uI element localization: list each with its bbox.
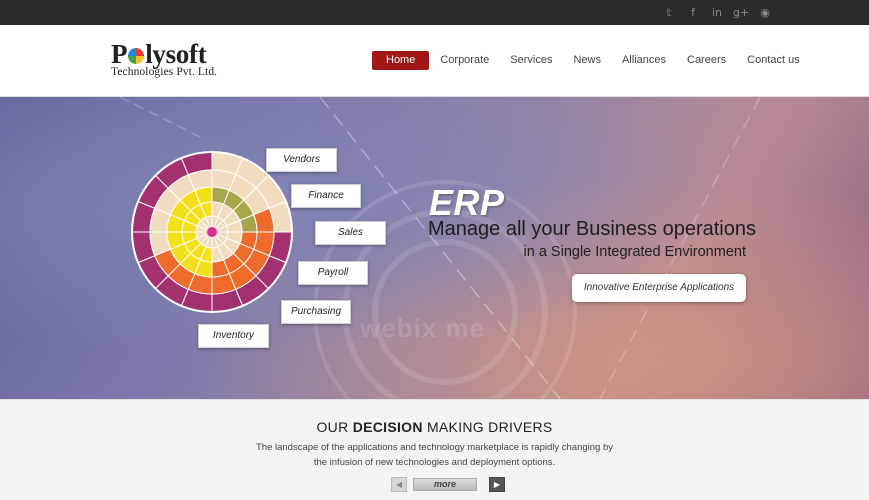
section-title-bold: DECISION	[352, 419, 423, 435]
logo[interactable]: Plysoft Technologies Pvt. Ltd.	[111, 40, 217, 78]
decision-section: OUR DECISION MAKING DRIVERS The landscap…	[0, 399, 869, 500]
nav-corporate[interactable]: Corporate	[430, 51, 499, 70]
innovative-apps-button[interactable]: Innovative Enterprise Applications	[572, 274, 746, 302]
hero-tagline-line2: in a Single Integrated Environment	[523, 244, 746, 260]
section-title-post: MAKING DRIVERS	[422, 419, 553, 435]
logo-name-end: lysoft	[145, 39, 207, 69]
erp-wheel-graphic	[131, 151, 293, 313]
section-text-line1: The landscape of the applications and te…	[255, 442, 613, 453]
watermark-text: webix me	[360, 313, 486, 343]
nav-alliances[interactable]: Alliances	[612, 51, 676, 70]
logo-o-icon	[128, 48, 145, 64]
next-arrow-icon[interactable]: ▶	[489, 477, 505, 492]
social-links: 𝕥 f in g+ ◉	[661, 4, 773, 20]
wheel-label-payroll: Payroll	[298, 261, 368, 285]
nav-careers[interactable]: Careers	[677, 51, 736, 70]
nav-news[interactable]: News	[563, 51, 611, 70]
wheel-hub	[207, 227, 217, 237]
main-nav: Home Corporate Services News Alliances C…	[372, 51, 811, 70]
wheel-label-vendors: Vendors	[266, 148, 337, 172]
twitter-icon[interactable]: 𝕥	[661, 4, 677, 20]
logo-name-start: P	[111, 39, 128, 69]
section-text-line2: the infusion of new technologies and dep…	[313, 457, 556, 468]
linkedin-icon[interactable]: in	[709, 4, 725, 20]
hero-tagline-line1: Manage all your Business operations	[428, 218, 756, 240]
nav-home[interactable]: Home	[372, 51, 430, 70]
hero-banner: Vendors Finance Sales Payroll Purchasing…	[0, 97, 869, 399]
wheel-label-inventory: Inventory	[198, 324, 269, 348]
wheel-label-sales: Sales	[315, 221, 386, 245]
googleplus-icon[interactable]: g+	[733, 4, 749, 20]
logo-wordmark: Plysoft	[111, 40, 217, 68]
site-header: Plysoft Technologies Pvt. Ltd. Home Corp…	[0, 25, 869, 97]
nav-services[interactable]: Services	[500, 51, 562, 70]
wheel-label-finance: Finance	[291, 184, 361, 208]
rss-icon[interactable]: ◉	[757, 4, 773, 20]
prev-arrow-icon[interactable]: ◀	[391, 477, 407, 492]
logo-subtitle: Technologies Pvt. Ltd.	[111, 66, 218, 78]
pager: ◀ more ▶	[391, 477, 505, 492]
top-bar: 𝕥 f in g+ ◉	[0, 0, 869, 25]
section-title-pre: OUR	[316, 419, 353, 435]
section-title: OUR DECISION MAKING DRIVERS	[0, 419, 869, 435]
nav-contact[interactable]: Contact us	[737, 51, 810, 70]
facebook-icon[interactable]: f	[685, 4, 701, 20]
more-button[interactable]: more	[413, 478, 477, 491]
wheel-label-purchasing: Purchasing	[281, 300, 351, 324]
